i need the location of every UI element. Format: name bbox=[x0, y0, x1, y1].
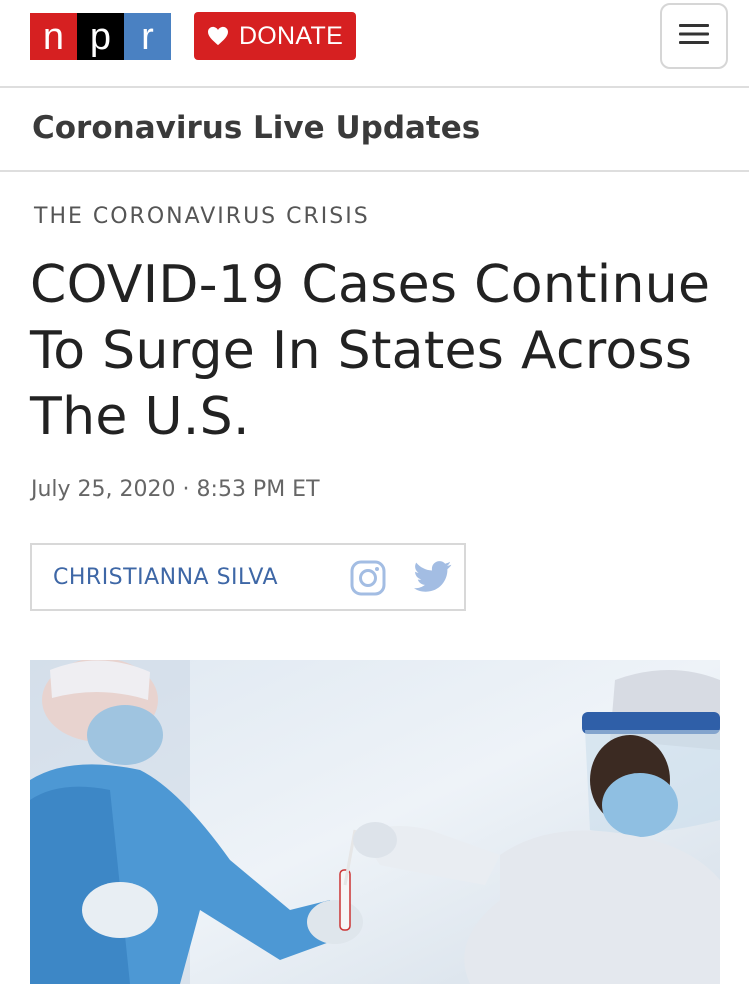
instagram-icon[interactable] bbox=[350, 560, 386, 600]
logo-letter-r: r bbox=[124, 13, 171, 60]
donate-label: DONATE bbox=[238, 21, 344, 50]
section-title-link[interactable]: Coronavirus Live Updates bbox=[32, 110, 480, 146]
top-navigation-bar: n p r DONATE bbox=[0, 0, 749, 88]
publish-date: July 25, 2020 bbox=[31, 477, 176, 502]
twitter-icon[interactable] bbox=[414, 561, 452, 597]
logo-letter-n: n bbox=[30, 13, 77, 60]
donate-button[interactable]: DONATE bbox=[194, 12, 356, 60]
hamburger-menu-icon bbox=[679, 23, 709, 49]
heart-icon bbox=[207, 26, 229, 46]
logo-letter-p: p bbox=[77, 13, 124, 60]
article-dateline: July 25, 2020 · 8:53 PM ET bbox=[31, 477, 320, 502]
article-headline: COVID-19 Cases Continue To Surge In Stat… bbox=[30, 255, 711, 447]
section-header: Coronavirus Live Updates bbox=[0, 88, 749, 172]
author-byline: CHRISTIANNA SILVA bbox=[30, 543, 466, 611]
publish-time: 8:53 PM ET bbox=[196, 477, 320, 502]
author-name-link[interactable]: CHRISTIANNA SILVA bbox=[53, 565, 278, 590]
covid-testing-photo bbox=[30, 660, 720, 984]
npr-logo[interactable]: n p r bbox=[30, 13, 171, 60]
article-slug[interactable]: THE CORONAVIRUS CRISIS bbox=[34, 204, 370, 229]
article-lead-image[interactable] bbox=[30, 660, 720, 984]
dateline-separator: · bbox=[182, 477, 190, 502]
menu-button[interactable] bbox=[660, 3, 728, 69]
